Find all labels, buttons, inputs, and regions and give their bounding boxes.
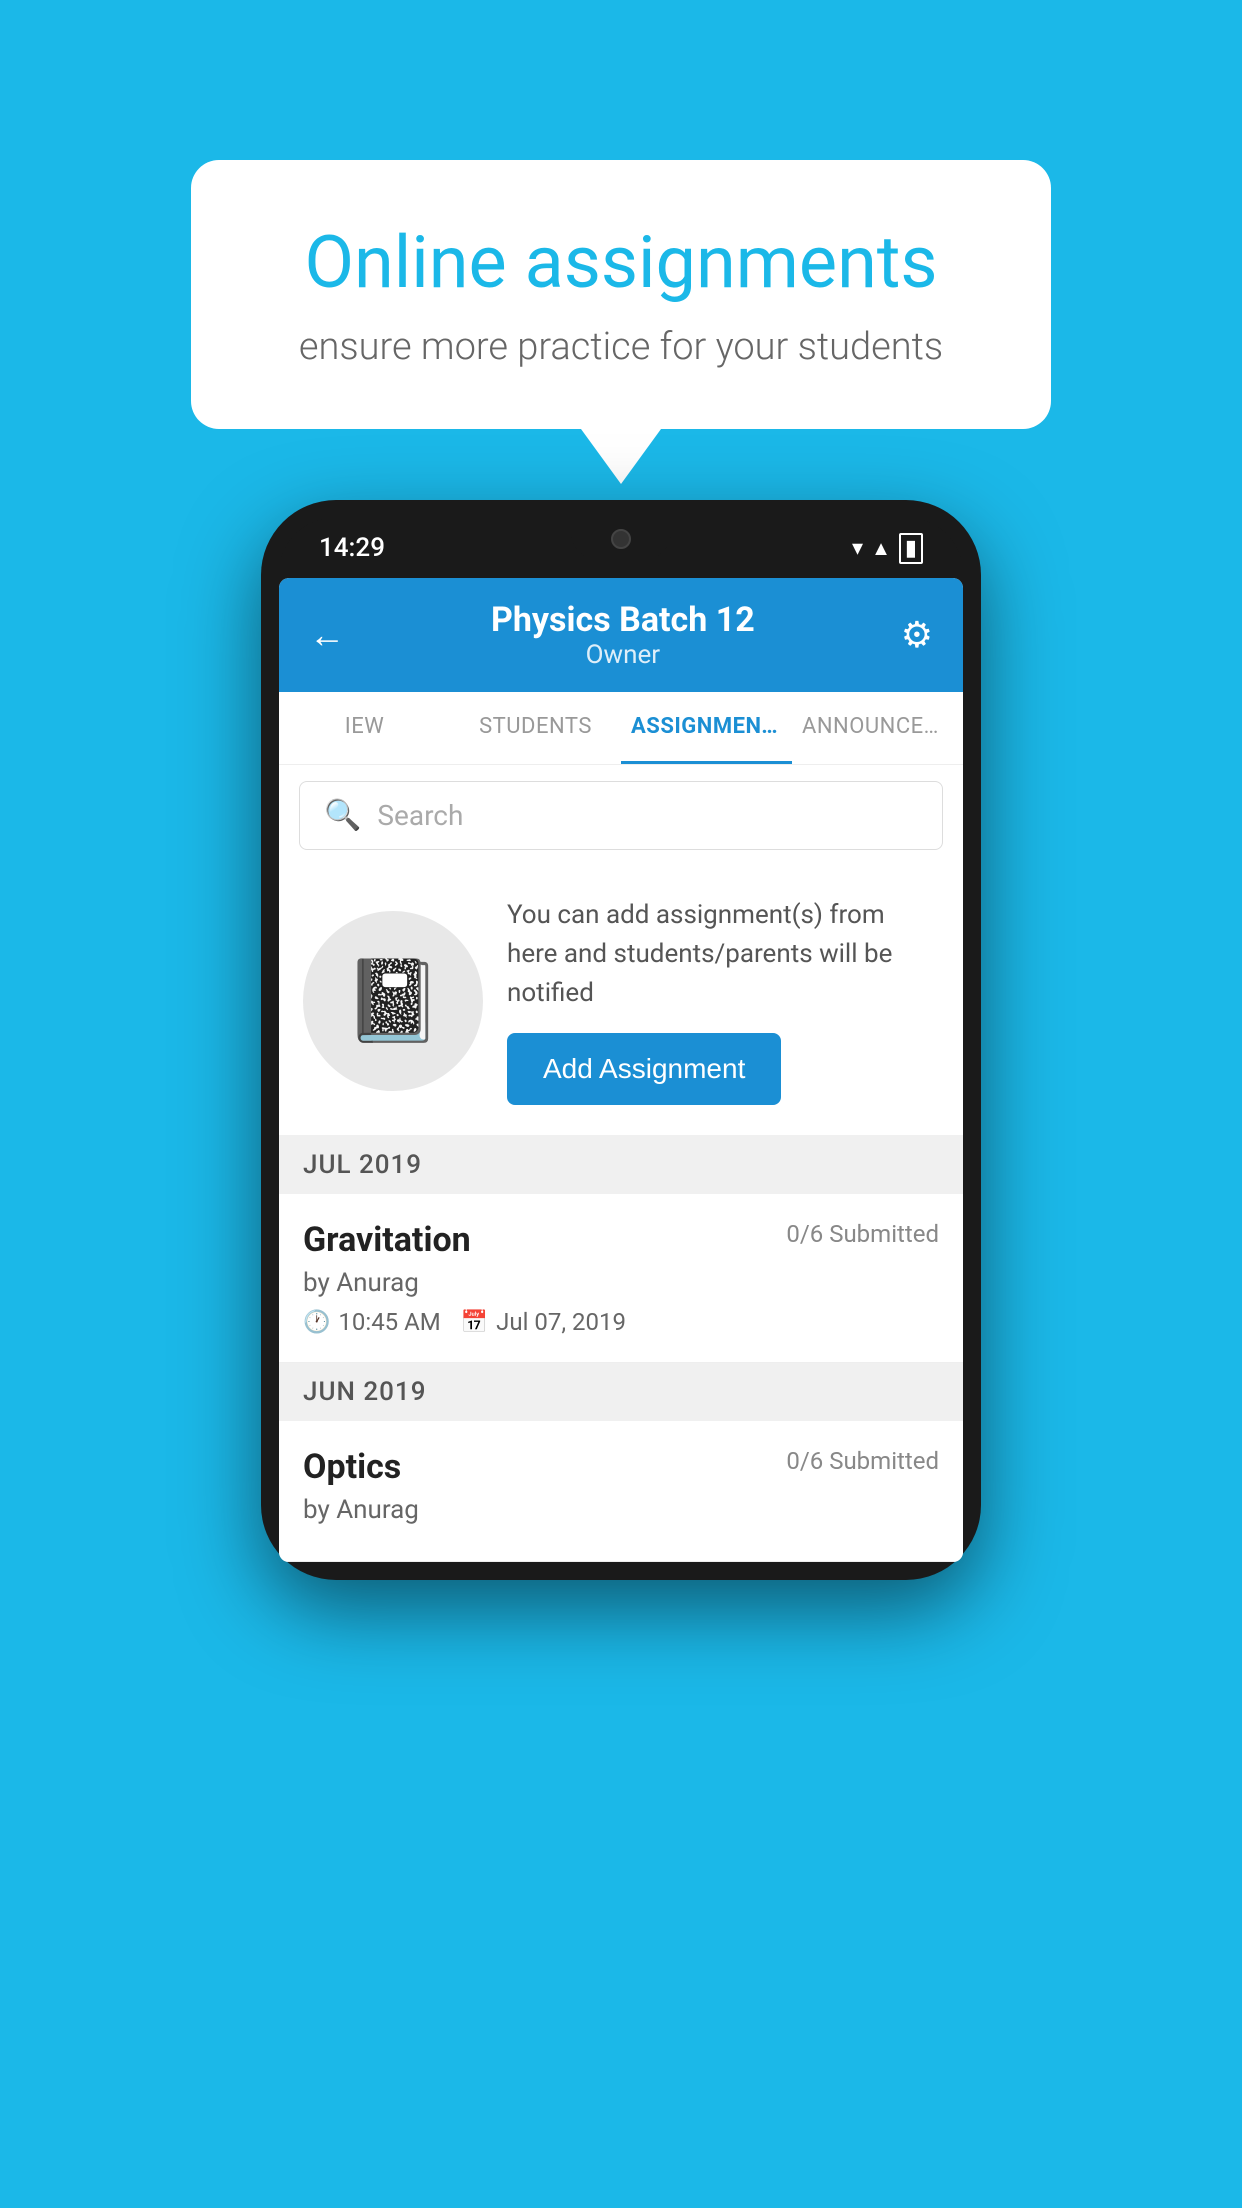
section-label: JUL 2019 [303,1150,422,1180]
promo-icon-circle: 📓 [303,911,483,1091]
assignment-row-top: Optics 0/6 Submitted [303,1447,939,1487]
assignment-optics[interactable]: Optics 0/6 Submitted by Anurag [279,1421,963,1562]
promo-text: You can add assignment(s) from here and … [507,896,939,1013]
assignment-submitted: 0/6 Submitted [786,1220,939,1248]
speech-bubble-container: Online assignments ensure more practice … [191,160,1051,484]
search-input[interactable]: Search [377,799,463,832]
tab-assignments[interactable]: ASSIGNMENTS [621,692,792,764]
assignment-submitted: 0/6 Submitted [786,1447,939,1475]
assignment-gravitation[interactable]: Gravitation 0/6 Submitted by Anurag 🕐 10… [279,1194,963,1363]
phone-frame: 14:29 ▾ ▲ ▮ ← Physics Batch 12 Owner ⚙ [261,500,981,1580]
app-header: ← Physics Batch 12 Owner ⚙ [279,578,963,692]
status-icons: ▾ ▲ ▮ [852,533,923,564]
search-container: 🔍 Search [279,765,963,866]
status-bar: 14:29 ▾ ▲ ▮ [279,518,963,578]
battery-icon: ▮ [899,533,923,564]
tabs-bar: IEW STUDENTS ASSIGNMENTS ANNOUNCEMENTS [279,692,963,765]
search-icon: 🔍 [324,798,361,833]
search-box[interactable]: 🔍 Search [299,781,943,850]
wifi-icon: ▾ [852,536,863,561]
promo-content: You can add assignment(s) from here and … [507,896,939,1105]
time-value: 10:45 AM [338,1308,440,1336]
assignment-name: Optics [303,1447,401,1487]
bubble-subtitle: ensure more practice for your students [261,325,981,369]
bubble-title: Online assignments [261,220,981,305]
phone-wrapper: 14:29 ▾ ▲ ▮ ← Physics Batch 12 Owner ⚙ [246,500,996,1580]
header-subtitle: Owner [491,640,755,670]
assignment-name: Gravitation [303,1220,471,1260]
phone-notch [571,518,671,560]
tab-announcements[interactable]: ANNOUNCEMENTS [792,692,963,764]
phone-screen: ← Physics Batch 12 Owner ⚙ IEW STUDENTS … [279,578,963,1562]
date-value: Jul 07, 2019 [496,1308,626,1336]
header-center: Physics Batch 12 Owner [491,600,755,670]
tab-iew[interactable]: IEW [279,692,450,764]
section-label: JUN 2019 [303,1377,426,1407]
settings-icon[interactable]: ⚙ [901,614,933,656]
add-assignment-button[interactable]: Add Assignment [507,1033,781,1105]
assignment-by: by Anurag [303,1268,939,1298]
tab-students[interactable]: STUDENTS [450,692,621,764]
signal-icon: ▲ [871,536,891,561]
assignment-time: 🕐 10:45 AM [303,1308,441,1336]
calendar-icon: 📅 [461,1310,488,1335]
assignment-meta: 🕐 10:45 AM 📅 Jul 07, 2019 [303,1308,939,1336]
header-title: Physics Batch 12 [491,600,755,640]
clock-icon: 🕐 [303,1310,330,1335]
section-jun-2019: JUN 2019 [279,1363,963,1421]
speech-bubble: Online assignments ensure more practice … [191,160,1051,429]
front-camera [611,529,631,549]
notebook-icon: 📓 [343,954,443,1048]
bubble-arrow [581,429,661,484]
status-time: 14:29 [319,533,385,563]
assignment-date: 📅 Jul 07, 2019 [461,1308,626,1336]
assignment-by: by Anurag [303,1495,939,1525]
assignment-promo: 📓 You can add assignment(s) from here an… [279,866,963,1136]
assignment-row-top: Gravitation 0/6 Submitted [303,1220,939,1260]
section-jul-2019: JUL 2019 [279,1136,963,1194]
back-button[interactable]: ← [309,614,345,656]
